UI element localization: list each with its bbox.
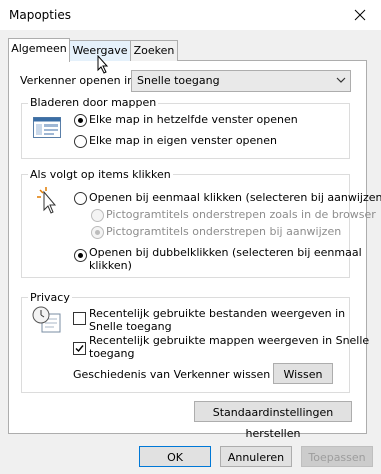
tab-general[interactable]: Algemeen: [8, 38, 70, 62]
browse-folders-title: Bladeren door mappen: [28, 96, 159, 109]
tab-general-label: Algemeen: [11, 42, 67, 55]
tab-search-label: Zoeken: [133, 44, 175, 57]
same-window-label: Elke map in hetzelfde venster openen: [89, 113, 298, 126]
double-click-label-line1: Openen bij dubbelklikken (selecteren bij…: [89, 246, 362, 259]
radio-underline-hover[interactable]: [91, 226, 104, 239]
single-click-label: Openen bij eenmaal klikken (selecteren b…: [89, 191, 381, 204]
open-in-label: Verkenner openen in:: [20, 74, 138, 87]
open-in-dropdown[interactable]: Snelle toegang: [131, 70, 351, 92]
radio-same-window[interactable]: [74, 114, 87, 127]
tab-search[interactable]: Zoeken: [130, 40, 178, 61]
underline-hover-label: Pictogramtitels onderstrepen bij aanwijz…: [106, 225, 342, 238]
radio-own-window[interactable]: [74, 135, 87, 148]
recent-folders-label-line2: toegang: [89, 347, 135, 360]
radio-single-click[interactable]: [74, 192, 87, 205]
cancel-button[interactable]: Annuleren: [220, 446, 292, 467]
browse-folders-group: [21, 103, 350, 159]
privacy-title: Privacy: [28, 291, 72, 304]
clear-history-button[interactable]: Wissen: [273, 363, 333, 384]
close-icon: [354, 9, 366, 21]
recent-files-checkbox[interactable]: [73, 312, 86, 325]
recent-files-label-line2: Snelle toegang: [89, 320, 172, 333]
double-click-label-line2: klikken): [89, 259, 132, 272]
mouse-pointer-icon: [97, 55, 109, 74]
window-icon: [33, 117, 61, 138]
radio-double-click[interactable]: [74, 249, 87, 262]
click-items-title: Als volgt op items klikken: [28, 168, 173, 181]
window-title: Mapopties: [9, 8, 71, 22]
own-window-label: Elke map in eigen venster openen: [89, 134, 278, 147]
underline-browser-label: Pictogramtitels onderstrepen zoals in de…: [106, 208, 376, 221]
checkmark-icon: [75, 345, 84, 353]
clear-history-label: Geschiedenis van Verkenner wissen: [73, 368, 271, 381]
recent-folders-label-line1: Recentelijk gebruikte mappen weergeven i…: [89, 334, 370, 347]
radio-underline-browser[interactable]: [91, 209, 104, 222]
recent-folders-checkbox[interactable]: [73, 342, 86, 355]
title-bar: Mapopties: [0, 0, 381, 30]
open-in-value: Snelle toegang: [137, 74, 220, 87]
apply-button[interactable]: Toepassen: [301, 446, 373, 467]
chevron-down-icon: [336, 77, 346, 83]
restore-defaults-button[interactable]: Standaardinstellingen herstellen: [194, 401, 352, 440]
ok-button[interactable]: OK: [139, 446, 211, 467]
click-pointer-icon: [37, 187, 57, 214]
recent-files-label-line1: Recentelijk gebruikte bestanden weergeve…: [89, 307, 346, 320]
close-button[interactable]: [350, 5, 370, 25]
clock-document-icon: [32, 306, 61, 333]
